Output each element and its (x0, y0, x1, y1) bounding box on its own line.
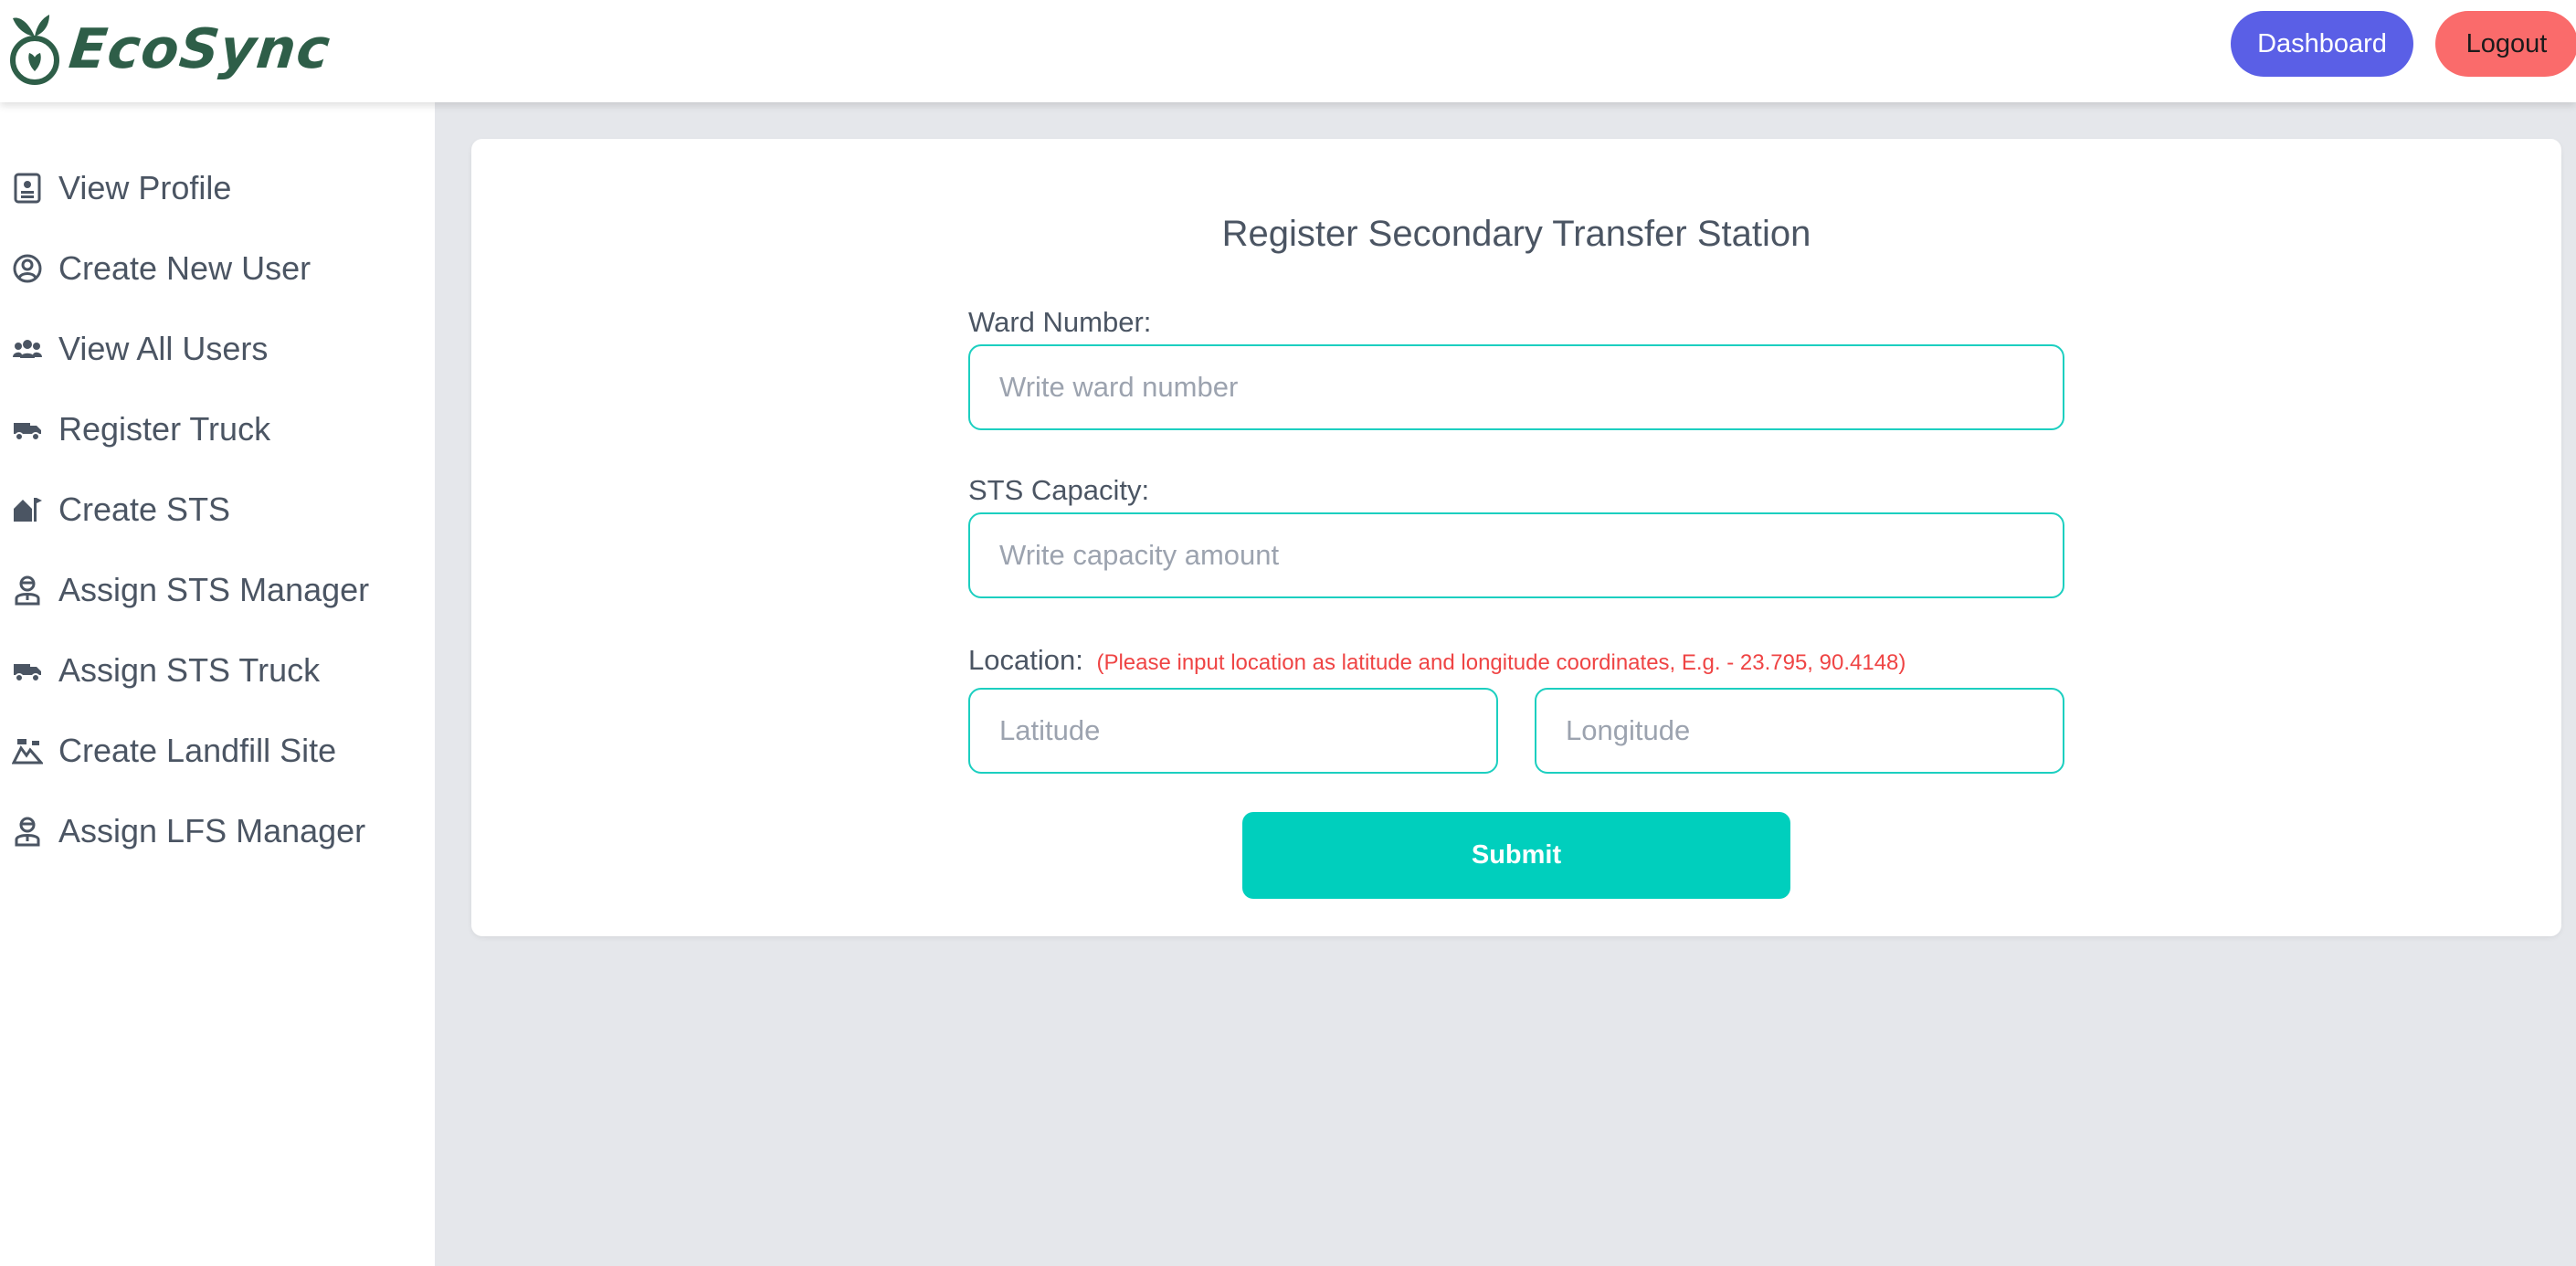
sidebar-item-label: Create Landfill Site (58, 732, 337, 769)
location-hint: (Please input location as latitude and l… (1096, 650, 1906, 675)
logout-button[interactable]: Logout (2435, 11, 2576, 77)
dashboard-button[interactable]: Dashboard (2231, 11, 2413, 77)
sidebar-item-assign-lfs-manager[interactable]: Assign LFS Manager (11, 804, 422, 859)
sidebar-item-assign-sts-truck[interactable]: Assign STS Truck (11, 643, 422, 698)
ward-number-label: Ward Number: (968, 306, 1152, 338)
latitude-input[interactable] (968, 688, 1498, 774)
sidebar-item-assign-sts-manager[interactable]: Assign STS Manager (11, 563, 422, 617)
profile-card-icon (11, 172, 44, 205)
sidebar-item-view-profile[interactable]: View Profile (11, 161, 422, 216)
location-label: Location: (968, 644, 1083, 676)
brand-logo[interactable]: EcoSync (9, 7, 334, 91)
top-header: EcoSync Dashboard Logout (0, 0, 2576, 102)
manager-icon (11, 815, 44, 848)
form-title: Register Secondary Transfer Station (1221, 214, 1811, 254)
sidebar-item-view-all-users[interactable]: View All Users (11, 322, 422, 376)
brand-name: EcoSync (66, 17, 334, 81)
sidebar-item-label: Register Truck (58, 410, 271, 448)
sidebar-item-label: Assign LFS Manager (58, 812, 366, 849)
location-label-row: Location: (Please input location as lati… (968, 644, 1906, 677)
landfill-icon (11, 734, 44, 767)
sts-capacity-label: STS Capacity: (968, 474, 1150, 506)
ward-number-input[interactable] (968, 344, 2064, 430)
sidebar-item-create-sts[interactable]: Create STS (11, 482, 422, 537)
sts-capacity-input[interactable] (968, 512, 2064, 598)
sidebar-item-create-new-user[interactable]: Create New User (11, 241, 422, 296)
sidebar-item-create-landfill-site[interactable]: Create Landfill Site (11, 723, 422, 778)
sidebar-item-label: Create STS (58, 491, 231, 528)
station-flag-icon (11, 493, 44, 526)
submit-button[interactable]: Submit (1242, 812, 1790, 899)
sidebar-item-label: View All Users (58, 330, 269, 367)
manager-icon (11, 574, 44, 607)
truck-icon (11, 413, 44, 446)
sidebar-item-label: View Profile (58, 169, 232, 206)
sidebar-item-register-truck[interactable]: Register Truck (11, 402, 422, 457)
leaf-apple-icon (10, 15, 59, 85)
longitude-input[interactable] (1535, 688, 2064, 774)
users-group-icon (11, 332, 44, 365)
user-circle-icon (11, 252, 44, 285)
sidebar-item-label: Create New User (58, 249, 311, 287)
sidebar: View Profile Create New User View All Us… (0, 102, 435, 1266)
sidebar-item-label: Assign STS Manager (58, 571, 370, 608)
sidebar-item-label: Assign STS Truck (58, 651, 321, 689)
truck-icon (11, 654, 44, 687)
register-sts-card: Register Secondary Transfer Station Ward… (471, 139, 2561, 936)
